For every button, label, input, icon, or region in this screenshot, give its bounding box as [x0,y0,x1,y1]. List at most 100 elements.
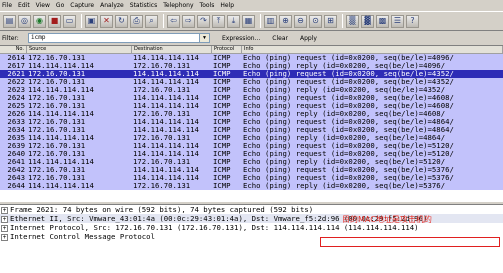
selected-packet-row[interactable]: 2621 172.16.70.131 114.114.114.114 ICMP Echo… [0,70,503,78]
packet-row[interactable]: 2641 114.114.114.114 172.16.70.131 ICMP Echo… [0,158,503,166]
packet-info: Echo (ping) request (id=0x0200, seq(be/l… [243,78,454,86]
column-header-destination[interactable]: Destination [132,46,212,53]
packet-row[interactable]: 2634 172.16.70.131 114.114.114.114 ICMP Echo… [0,126,503,134]
expression-button[interactable]: Expression... [222,35,260,42]
packet-destination: 172.16.70.131 [133,110,191,118]
last-packet-icon[interactable]: ⤓ [227,14,240,28]
menu-tools[interactable]: Tools [200,2,215,9]
menu-analyze[interactable]: Analyze [100,2,124,9]
open-file-icon[interactable]: ▭ [63,14,76,28]
zoom-out-icon[interactable]: ⊖ [294,14,307,28]
interfaces-icon[interactable]: ▤ [3,14,16,28]
packet-source: 172.16.70.131 [28,166,86,174]
toolbar-separator [342,14,343,28]
packet-destination: 172.16.70.131 [133,134,191,142]
clear-button[interactable]: Clear [272,35,288,42]
detail-tree-item[interactable]: + Frame 2621: 74 bytes on wire (592 bits)… [0,205,503,214]
apply-button[interactable]: Apply [300,35,317,42]
column-header-source[interactable]: Source [27,46,132,53]
packet-row[interactable]: 2635 114.114.114.114 172.16.70.131 ICMP Echo… [0,134,503,142]
packet-number: 2643 [7,174,25,182]
capture-filters-icon[interactable]: ▒ [346,14,359,28]
packet-info: Echo (ping) request (id=0x0200, seq(be/l… [243,126,454,134]
preferences-icon[interactable]: ☰ [391,14,404,28]
packet-row[interactable]: 2644 114.114.114.114 172.16.70.131 ICMP Echo… [0,182,503,190]
start-capture-icon[interactable]: ◉ [33,14,46,28]
packet-number: 2633 [7,118,25,126]
display-filters-icon[interactable]: ▓ [361,14,374,28]
resize-columns-icon[interactable]: ⊞ [324,14,337,28]
coloring-rules-icon[interactable]: ▩ [376,14,389,28]
packet-row[interactable]: 2643 172.16.70.131 114.114.114.114 ICMP Echo… [0,174,503,182]
expand-icon[interactable]: + [1,224,8,232]
packet-source: 172.16.70.131 [28,126,86,134]
packet-row[interactable]: 2640 172.16.70.131 114.114.114.114 ICMP Echo… [0,150,503,158]
packet-row[interactable]: 2642 172.16.70.131 114.114.114.114 ICMP Echo… [0,166,503,174]
packet-protocol: ICMP [213,118,231,126]
packet-source: 114.114.114.114 [28,110,94,118]
menu-view[interactable]: View [36,2,50,9]
packet-info: Echo (ping) request (id=0x0200, seq(be/l… [243,142,454,150]
packet-row[interactable]: 2626 114.114.114.114 172.16.70.131 ICMP Echo… [0,110,503,118]
packet-protocol: ICMP [213,102,231,110]
packet-row[interactable]: 2623 114.114.114.114 172.16.70.131 ICMP Echo… [0,86,503,94]
toolbar-separator [260,14,261,28]
menu-statistics[interactable]: Statistics [130,2,157,9]
packet-row[interactable]: 2614 172.16.70.131 114.114.114.114 ICMP Echo… [0,54,503,62]
menu-telephony[interactable]: Telephony [163,2,193,9]
packet-source: 114.114.114.114 [28,182,94,190]
normal-size-icon[interactable]: ⊙ [309,14,322,28]
menu-edit[interactable]: Edit [18,2,30,9]
menu-go[interactable]: Go [56,2,64,9]
reload-icon[interactable]: ↻ [115,14,128,28]
go-back-icon[interactable]: ⇦ [167,14,180,28]
packet-destination: 114.114.114.114 [133,54,199,62]
menu-capture[interactable]: Capture [70,2,94,9]
packet-destination: 114.114.114.114 [133,78,199,86]
save-file-icon[interactable]: ▣ [85,14,98,28]
column-header-no[interactable]: No. [0,46,27,53]
packet-info: Echo (ping) reply (id=0x0200, seq(be/le)… [243,182,446,190]
packet-protocol: ICMP [213,62,231,70]
expand-icon[interactable]: + [1,206,8,214]
auto-scroll-icon[interactable]: ▥ [264,14,277,28]
packet-row[interactable]: 2625 172.16.70.131 114.114.114.114 ICMP Echo… [0,102,503,110]
expand-icon[interactable]: + [1,233,8,241]
annotation-highlight-box [320,237,500,247]
filter-input[interactable]: icmp [28,33,200,43]
go-forward-icon[interactable]: ⇨ [182,14,195,28]
packet-row[interactable]: 2633 172.16.70.131 114.114.114.114 ICMP Echo… [0,118,503,126]
close-file-icon[interactable]: ✕ [100,14,113,28]
column-header-protocol[interactable]: Protocol [212,46,242,53]
packet-row[interactable]: 2624 172.16.70.131 114.114.114.114 ICMP Echo… [0,94,503,102]
packet-number: 2639 [7,142,25,150]
packet-info: Echo (ping) request (id=0x0200, seq(be/l… [243,94,454,102]
help-icon[interactable]: ? [406,14,419,28]
packet-protocol: ICMP [213,126,231,134]
toolbar-separator [163,14,164,28]
packet-row[interactable]: 2617 114.114.114.114 172.16.70.131 ICMP Echo… [0,62,503,70]
filter-dropdown-icon[interactable]: ▼ [200,33,210,43]
packet-number: 2641 [7,158,25,166]
packet-number: 2625 [7,102,25,110]
stop-capture-icon[interactable]: ■ [48,14,61,28]
print-icon[interactable]: ⎙ [130,14,143,28]
capture-options-icon[interactable]: ◎ [18,14,31,28]
packet-row[interactable]: 2639 172.16.70.131 114.114.114.114 ICMP Echo… [0,142,503,150]
menu-file[interactable]: File [2,2,12,9]
first-packet-icon[interactable]: ⤒ [212,14,225,28]
find-packet-icon[interactable]: ⌕ [145,14,158,28]
colorize-icon[interactable]: ▦ [242,14,255,28]
packet-info: Echo (ping) reply (id=0x0200, seq(be/le)… [243,110,446,118]
packet-source: 172.16.70.131 [28,54,86,62]
packet-row[interactable]: 2622 172.16.70.131 114.114.114.114 ICMP Echo… [0,78,503,86]
go-to-packet-icon[interactable]: ↷ [197,14,210,28]
packet-number: 2622 [7,78,25,86]
column-header-info[interactable]: Info [242,46,503,53]
packet-source: 172.16.70.131 [28,150,86,158]
menu-help[interactable]: Help [220,2,234,9]
packet-destination: 114.114.114.114 [133,94,199,102]
expand-icon[interactable]: + [1,215,8,223]
packet-source: 172.16.70.131 [28,142,86,150]
zoom-in-icon[interactable]: ⊕ [279,14,292,28]
